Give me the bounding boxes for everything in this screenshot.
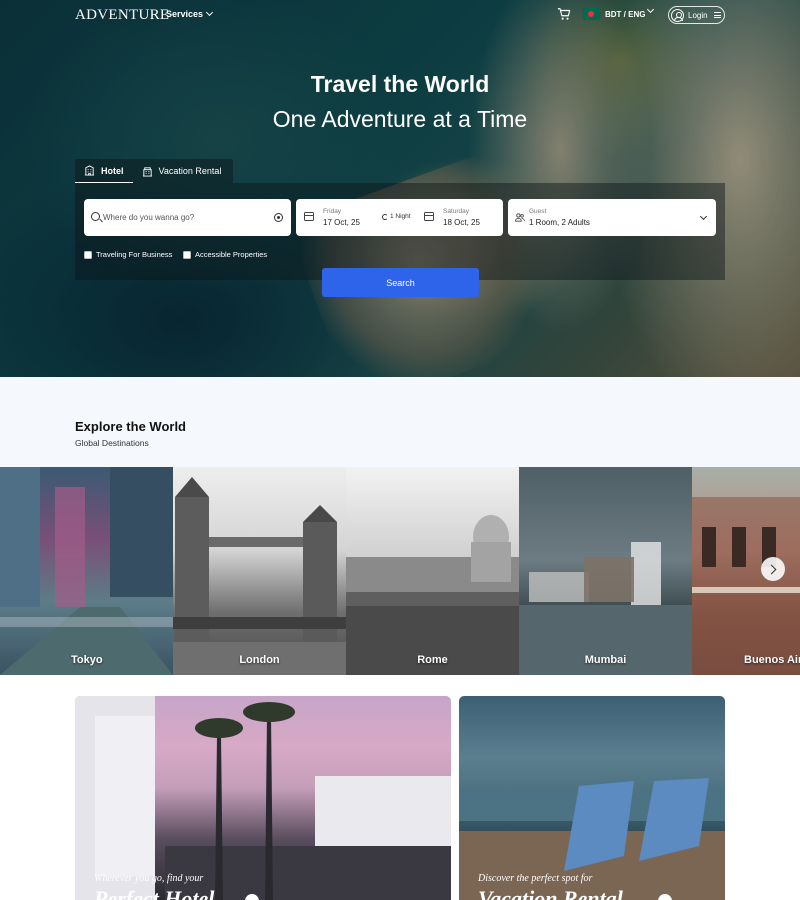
- city-name: London: [239, 654, 280, 666]
- guest-label: Guest: [529, 208, 547, 215]
- currency-language-selector[interactable]: BDT / ENG: [605, 10, 645, 19]
- promo-card-hotel[interactable]: Wherever you go, find your Perfect Hotel: [75, 696, 451, 900]
- destination-placeholder: Where do you wanna go?: [103, 213, 195, 222]
- location-target-icon[interactable]: [274, 213, 283, 222]
- bangladesh-flag-icon[interactable]: [583, 8, 600, 20]
- promo-headline: Vacation Rental: [478, 886, 623, 900]
- destination-card-mumbai[interactable]: Mumbai: [519, 467, 692, 675]
- hero-title: Travel the World: [310, 71, 490, 97]
- tab-hotel[interactable]: Hotel: [75, 159, 133, 183]
- site-logo[interactable]: ADVENTURE: [75, 7, 169, 24]
- checkout-date: 18 Oct, 25: [443, 218, 480, 227]
- checkin-day: Friday: [323, 208, 342, 215]
- destination-card-tokyo[interactable]: Tokyo: [0, 467, 173, 675]
- chevron-down-icon: [699, 212, 708, 221]
- search-icon: [91, 212, 100, 221]
- rome-image: [346, 515, 519, 675]
- hotel-promo-image: [75, 696, 451, 900]
- promo-headline: Perfect Hotel: [94, 886, 215, 900]
- chevron-down-icon: [206, 8, 214, 17]
- carousel-next-button[interactable]: [761, 557, 785, 581]
- mumbai-image: [519, 542, 692, 675]
- login-button[interactable]: Login: [668, 6, 725, 24]
- city-name: Tokyo: [71, 654, 103, 666]
- chevron-down-icon: [646, 5, 655, 14]
- guests-icon: [515, 213, 525, 222]
- destination-carousel: Tokyo London Rome Mumbai Buenos Ai: [0, 467, 800, 675]
- accessible-properties-label: Accessible Properties: [195, 250, 268, 259]
- search-panel: Where do you wanna go? Friday 17 Oct, 25…: [75, 183, 725, 280]
- destination-card-rome[interactable]: Rome: [346, 467, 519, 675]
- guest-selector[interactable]: Guest 1 Room, 2 Adults: [508, 199, 716, 236]
- calendar-icon: [424, 212, 434, 221]
- promo-kicker: Discover the perfect spot for: [478, 873, 593, 884]
- checkin-date: 17 Oct, 25: [323, 218, 360, 227]
- tab-vacation-rental[interactable]: Vacation Rental: [133, 159, 231, 183]
- building-icon: [142, 166, 152, 177]
- nights-label: 1 Night: [390, 213, 411, 220]
- tokyo-image: [0, 467, 173, 675]
- services-menu[interactable]: Services: [166, 8, 214, 19]
- hero-subtitle: One Adventure at a Time: [272, 106, 528, 132]
- destination-field[interactable]: Where do you wanna go?: [84, 199, 291, 236]
- guest-value: 1 Room, 2 Adults: [529, 218, 590, 227]
- business-travel-label: Traveling For Business: [96, 250, 173, 259]
- destination-card-london[interactable]: London: [173, 467, 346, 675]
- search-tabs: Hotel Vacation Rental: [75, 159, 233, 183]
- cart-icon[interactable]: [557, 7, 571, 21]
- moon-icon: [382, 213, 388, 220]
- checkout-day: Saturday: [443, 208, 470, 215]
- checkbox-box[interactable]: [183, 250, 191, 259]
- date-range-field[interactable]: Friday 17 Oct, 25 1 Night Saturday 18 Oc…: [296, 199, 503, 236]
- user-icon: [671, 8, 684, 22]
- promo-kicker: Wherever you go, find your: [94, 873, 204, 884]
- explore-title: Explore the World: [75, 419, 186, 434]
- tab-hotel-label: Hotel: [101, 165, 124, 176]
- calendar-icon: [304, 212, 314, 221]
- accessible-properties-checkbox[interactable]: Accessible Properties: [183, 250, 267, 259]
- login-label: Login: [688, 10, 708, 20]
- london-image: [173, 477, 346, 675]
- city-name: Rome: [417, 654, 448, 666]
- hotel-icon: [84, 165, 95, 176]
- search-button[interactable]: Search: [322, 268, 479, 297]
- tab-vacation-rental-label: Vacation Rental: [158, 166, 222, 176]
- rental-promo-image: [459, 778, 725, 900]
- menu-icon: [713, 12, 721, 18]
- business-travel-checkbox[interactable]: Traveling For Business: [84, 250, 172, 259]
- explore-subtitle: Global Destinations: [75, 438, 149, 448]
- checkbox-box[interactable]: [84, 250, 92, 259]
- top-nav: ADVENTURE Services BDT / ENG Login: [0, 0, 800, 30]
- services-label: Services: [166, 9, 204, 19]
- nights-count: 1 Night: [382, 213, 411, 220]
- city-name: Buenos Aires: [744, 654, 800, 666]
- promo-card-vacation-rental[interactable]: Discover the perfect spot for Vacation R…: [459, 696, 725, 900]
- city-name: Mumbai: [584, 654, 627, 666]
